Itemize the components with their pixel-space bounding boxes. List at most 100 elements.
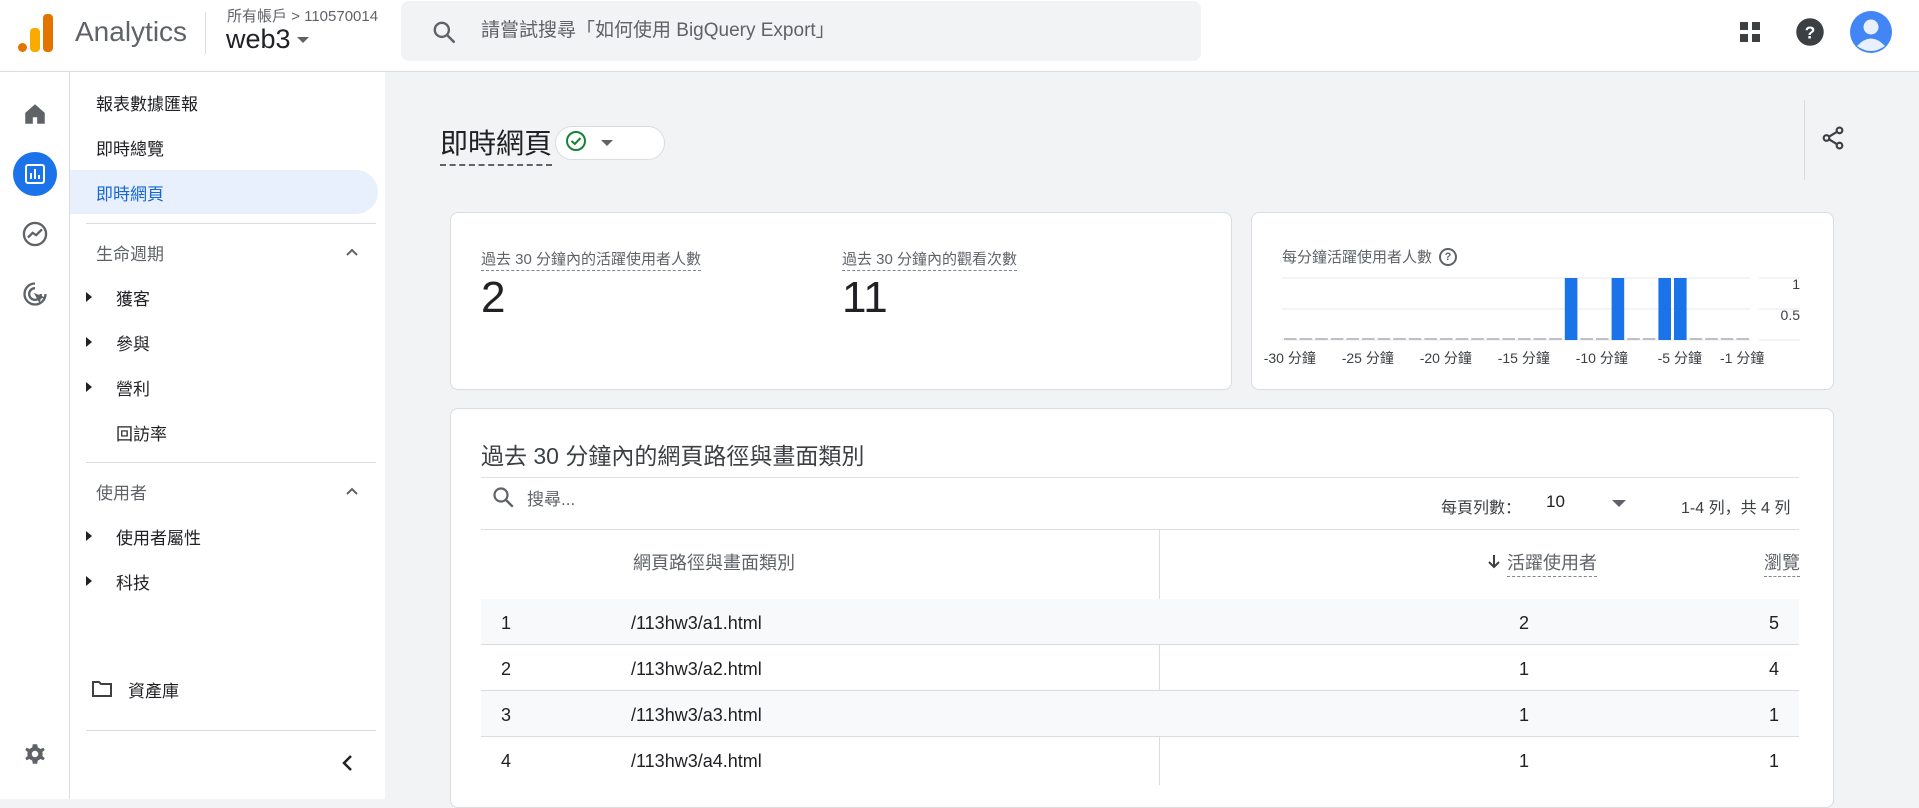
chart-bar [1736,338,1749,340]
y-tick-label: 0.5 [1781,307,1801,323]
column-header-page-path[interactable]: 網頁路徑與畫面類別 [633,549,795,575]
row-active-users: 1 [1518,705,1529,725]
sidebar-item-retention[interactable]: 回訪率 [70,410,378,454]
bar-chart: 1 0.5 -30 分鐘 -25 分鐘 -20 分鐘 -15 分鐘 -10 分鐘 -5 分鐘 -… [1264,276,1801,366]
table-row[interactable]: 4 /113hw3/a4.html 1 1 [481,737,1799,783]
chart-bar [1455,338,1469,340]
sidebar-item-acquisition[interactable]: 獲客 [70,275,378,319]
property-selector[interactable]: web3 [226,24,309,55]
chart-bar [1471,338,1484,340]
data-status-chip[interactable] [555,126,665,160]
x-tick-label: -15 分鐘 [1498,350,1550,366]
sidebar-item-library[interactable]: 資產庫 [70,667,378,711]
rows-per-page-label: 每頁列數： [1441,500,1522,517]
row-views: 5 [1768,613,1779,633]
chart-bar [1408,338,1422,340]
row-page-path: /113hw3/a1.html [631,613,762,633]
help-icon[interactable]: ? [1792,14,1828,50]
search-input[interactable] [481,15,1161,47]
table-search-input[interactable] [527,489,827,510]
sidebar-item-reports-snapshot[interactable]: 報表數據匯報 [70,80,378,124]
chart-bar [1346,338,1359,340]
sidebar-item-tech[interactable]: 科技 [70,559,378,603]
folder-icon [92,680,112,703]
active-users-per-minute-card: 每分鐘活躍使用者人數 ? 1 0.5 -30 分鐘 -25 分鐘 -20 分鐘 -15 分… [1251,212,1834,390]
chart-bar [1486,338,1500,340]
x-tick-label: -20 分鐘 [1420,350,1472,366]
row-page-path: /113hw3/a3.html [631,705,762,725]
sidebar-divider [86,730,376,731]
chart-bar [1440,338,1453,340]
apps-grid-icon[interactable] [1732,14,1768,50]
search-icon [431,19,457,50]
sidebar-divider [86,223,376,224]
table-row[interactable]: 2 /113hw3/a2.html 1 4 [481,645,1799,691]
share-icon [1820,125,1846,156]
explore-icon[interactable] [13,212,57,256]
search-icon [491,485,515,514]
rows-per-page-select[interactable]: 10 [1546,487,1626,517]
expand-arrow-icon [86,292,92,302]
pages-table-card: 過去 30 分鐘內的網頁路徑與畫面類別 每頁列數： 10 1-4 列，共 4 列… [450,408,1834,808]
home-icon[interactable] [13,92,57,136]
share-button[interactable] [1815,122,1851,158]
chart-bar [1611,278,1625,340]
sidebar-item-realtime-overview[interactable]: 即時總覽 [70,125,378,169]
column-header-views[interactable]: 瀏覽 [1764,549,1800,577]
views-value: 11 [842,273,888,322]
svg-text:?: ? [1805,22,1816,42]
analytics-logo-icon[interactable] [18,14,54,52]
row-active-users: 1 [1518,659,1529,679]
row-index: 2 [501,659,512,679]
check-circle-icon [565,130,587,157]
chart-bar [1580,338,1593,340]
row-views: 1 [1768,705,1779,725]
active-users-label[interactable]: 過去 30 分鐘內的活躍使用者人數 [481,248,702,271]
table-title: 過去 30 分鐘內的網頁路徑與畫面類別 [481,443,865,469]
left-nav-rail [0,72,70,799]
y-tick-label: 1 [1792,276,1800,292]
reports-side-panel: 報表數據匯報 即時總覽 即時網頁 生命週期 獲客 參與 營利 回訪率 使用者 使… [70,72,385,799]
sidebar-section-lifecycle[interactable]: 生命週期 [70,230,378,274]
chart-bar [1315,338,1328,340]
reports-icon[interactable] [13,152,57,196]
pagination-info: 1-4 列，共 4 列 [1681,500,1791,517]
metrics-card: 過去 30 分鐘內的活躍使用者人數 2 過去 30 分鐘內的觀看次數 11 [450,212,1232,390]
row-active-users: 1 [1518,751,1529,771]
header-divider [1804,100,1805,180]
chart-bar [1596,338,1609,340]
avatar[interactable] [1849,10,1893,54]
chart-bar [1674,278,1687,340]
sidebar-section-user[interactable]: 使用者 [70,469,378,513]
sidebar-item-user-attributes[interactable]: 使用者屬性 [70,514,378,558]
collapse-sidebar-button[interactable] [332,750,362,780]
row-page-path: /113hw3/a4.html [631,751,762,771]
chevron-left-icon [340,753,354,778]
search-bar[interactable] [401,1,1201,61]
views-label[interactable]: 過去 30 分鐘內的觀看次數 [842,248,1018,271]
table-divider [481,529,1799,530]
table-row[interactable]: 3 /113hw3/a3.html 1 1 [481,691,1799,737]
table-search[interactable] [491,485,827,514]
chart-bar [1284,338,1297,340]
active-users-value: 2 [481,273,506,322]
chevron-down-icon [601,140,613,146]
chart-bar [1502,338,1515,340]
gear-icon[interactable] [13,732,57,776]
chart-bar [1627,338,1640,340]
advertising-icon[interactable] [13,272,57,316]
sidebar-item-monetization[interactable]: 營利 [70,365,378,409]
sidebar-item-engagement[interactable]: 參與 [70,320,378,364]
sidebar-item-realtime-pages[interactable]: 即時網頁 [70,170,378,214]
x-tick-label: -25 分鐘 [1342,350,1394,366]
column-header-active-users[interactable]: 活躍使用者 [1487,549,1597,577]
expand-arrow-icon [86,337,92,347]
table-row[interactable]: 1 /113hw3/a1.html 2 5 [481,599,1799,645]
row-index: 3 [501,705,512,725]
account-breadcrumb[interactable]: 所有帳戶 > 110570014 [227,5,378,26]
row-page-path: /113hw3/a2.html [631,659,762,679]
row-active-users: 2 [1518,613,1529,633]
chevron-up-icon [344,483,360,504]
row-views: 4 [1768,659,1779,679]
chart-bar [1658,278,1671,340]
